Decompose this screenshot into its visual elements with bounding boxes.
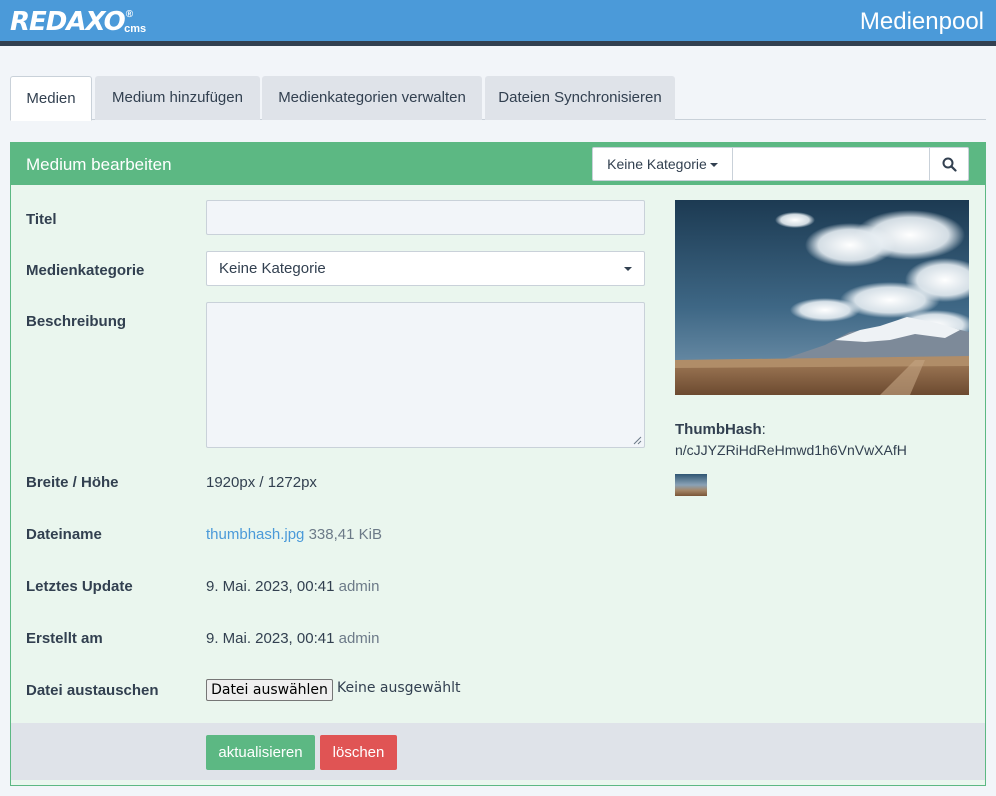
top-bar: REDAXO ® cms Medienpool: [0, 0, 996, 46]
caret-down-icon: [624, 267, 632, 271]
choose-file-button[interactable]: Datei auswählen: [206, 679, 333, 701]
replace-file-label: Datei austauschen: [26, 682, 159, 699]
panel-header: Medium bearbeiten Keine Kategorie: [11, 143, 985, 185]
tab-dateien-synchronisieren[interactable]: Dateien Synchronisieren: [485, 76, 675, 120]
search-icon: [942, 157, 957, 172]
logo-cms: cms: [124, 23, 147, 35]
panel-title: Medium bearbeiten: [26, 155, 172, 174]
filename-link[interactable]: thumbhash.jpg: [206, 526, 304, 543]
edit-media-panel: Medium bearbeiten Keine Kategorie Titel …: [10, 142, 986, 786]
description-label: Beschreibung: [26, 313, 127, 330]
filename-label: Dateiname: [26, 526, 102, 543]
file-size: 338,41 KiB: [308, 526, 382, 543]
resize-grip-icon[interactable]: [633, 436, 642, 445]
media-preview-image[interactable]: [675, 200, 969, 395]
thumbhash-preview-image: [675, 474, 707, 496]
title-label: Titel: [26, 211, 57, 228]
category-select-value: Keine Kategorie: [219, 260, 326, 277]
thumbhash-blur-image: [675, 474, 707, 496]
logo-text: REDAXO: [10, 7, 126, 37]
search-input[interactable]: [732, 147, 930, 181]
updated-label: Letztes Update: [26, 578, 133, 595]
tab-medien[interactable]: Medien: [10, 76, 92, 121]
size-label: Breite / Höhe: [26, 474, 119, 491]
filename-row: thumbhash.jpg 338,41 KiB: [206, 526, 382, 543]
created-user: admin: [338, 630, 380, 647]
landscape-image: [675, 200, 969, 395]
category-filter-dropdown[interactable]: Keine Kategorie: [592, 147, 733, 181]
description-textarea[interactable]: [206, 302, 645, 448]
tab-bar: Medien Medium hinzufügen Medienkategorie…: [10, 76, 986, 121]
thumbhash-label: ThumbHash: [675, 421, 762, 438]
panel-footer: aktualisieren löschen: [11, 723, 985, 780]
created-label: Erstellt am: [26, 630, 103, 647]
updated-row: 9. Mai. 2023, 00:41 admin: [206, 578, 379, 595]
category-select[interactable]: Keine Kategorie: [206, 251, 645, 286]
created-date: 9. Mai. 2023, 00:41: [206, 630, 335, 647]
size-value: 1920px / 1272px: [206, 474, 317, 491]
thumbhash-colon: :: [761, 421, 766, 438]
title-input[interactable]: [206, 200, 645, 235]
updated-date: 9. Mai. 2023, 00:41: [206, 578, 335, 595]
page-title: Medienpool: [859, 8, 984, 35]
delete-button[interactable]: löschen: [320, 735, 397, 770]
category-filter-label: Keine Kategorie: [607, 156, 707, 172]
tab-medium-hinzufuegen[interactable]: Medium hinzufügen: [95, 76, 260, 120]
thumbhash-label-row: ThumbHash:: [675, 421, 766, 438]
tab-medienkategorien-verwalten[interactable]: Medienkategorien verwalten: [262, 76, 482, 120]
update-button[interactable]: aktualisieren: [206, 735, 315, 770]
logo-registered-mark: ®: [125, 9, 134, 20]
redaxo-logo[interactable]: REDAXO ® cms: [10, 7, 146, 37]
updated-user: admin: [338, 578, 380, 595]
file-status: Keine ausgewählt: [337, 680, 461, 696]
caret-down-icon: [709, 163, 718, 168]
search-button[interactable]: [929, 147, 969, 181]
category-label: Medienkategorie: [26, 262, 145, 279]
created-row: 9. Mai. 2023, 00:41 admin: [206, 630, 379, 647]
thumbhash-value: n/cJJYZRiHdReHmwd1h6VnVwXAfH: [675, 442, 907, 458]
